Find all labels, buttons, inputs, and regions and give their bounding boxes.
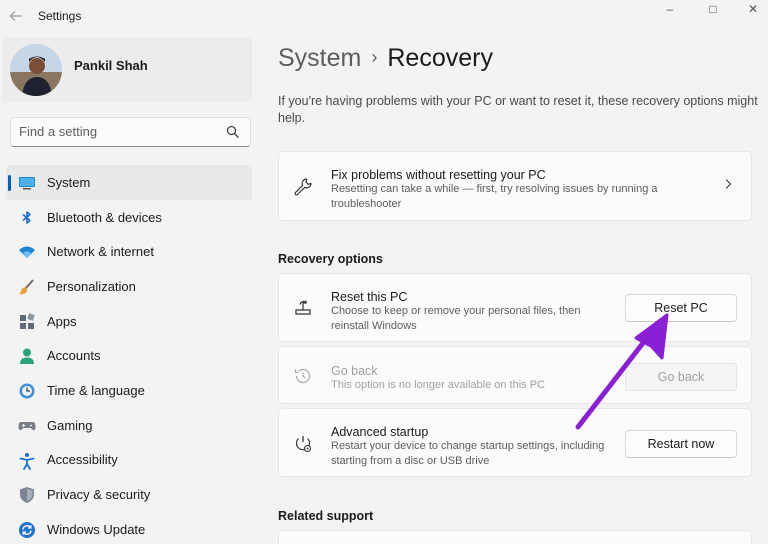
breadcrumb: System › Recovery bbox=[278, 44, 493, 73]
restart-now-button[interactable]: Restart now bbox=[625, 430, 737, 458]
app-title: Settings bbox=[38, 9, 82, 23]
history-icon bbox=[294, 368, 311, 384]
sidebar-item-label: Accessibility bbox=[47, 452, 118, 468]
system-icon bbox=[19, 177, 35, 190]
fix-problems-card[interactable]: Fix problems without resetting your PC R… bbox=[278, 151, 752, 221]
advanced-startup-card: Advanced startup Restart your device to … bbox=[278, 408, 752, 477]
sidebar-item-system[interactable]: System bbox=[6, 165, 252, 200]
reset-pc-icon bbox=[295, 300, 311, 315]
update-icon bbox=[19, 521, 35, 538]
minimize-icon: – bbox=[666, 2, 674, 16]
sidebar-item-label: Privacy & security bbox=[47, 487, 151, 503]
advanced-startup-subtitle: Restart your device to change startup se… bbox=[331, 440, 605, 467]
sidebar-item-personalization[interactable]: Personalization bbox=[6, 269, 252, 304]
related-support-card[interactable] bbox=[278, 530, 752, 544]
reset-pc-button[interactable]: Reset PC bbox=[625, 294, 737, 322]
reset-pc-title: Reset this PC bbox=[331, 290, 408, 304]
breadcrumb-parent[interactable]: System bbox=[278, 44, 361, 72]
sidebar-item-label: Bluetooth & devices bbox=[47, 209, 162, 225]
chevron-right-icon bbox=[725, 179, 732, 189]
sidebar-item-label: Accounts bbox=[47, 348, 101, 364]
reset-pc-card: Reset this PC Choose to keep or remove y… bbox=[278, 273, 752, 342]
sidebar-item-label: Network & internet bbox=[47, 244, 154, 260]
title-bar: Settings – □ ✕ bbox=[0, 0, 768, 32]
back-arrow-icon bbox=[9, 11, 22, 21]
sidebar-nav: System Bluetooth & devices Network & int… bbox=[6, 165, 252, 544]
gamepad-icon bbox=[18, 421, 36, 430]
sidebar-item-label: Personalization bbox=[47, 278, 136, 294]
sidebar-item-gaming[interactable]: Gaming bbox=[6, 408, 252, 443]
profile-name: Pankil Shah bbox=[74, 58, 148, 73]
page-title: Recovery bbox=[387, 44, 493, 72]
advanced-startup-icon bbox=[295, 436, 312, 453]
sidebar-item-label: Gaming bbox=[47, 417, 93, 433]
apps-icon bbox=[20, 312, 35, 329]
sidebar-item-accounts[interactable]: Accounts bbox=[6, 338, 252, 373]
sidebar-item-windows-update[interactable]: Windows Update bbox=[6, 512, 252, 544]
sidebar-item-privacy-security[interactable]: Privacy & security bbox=[6, 477, 252, 512]
account-icon bbox=[20, 348, 34, 365]
brush-icon bbox=[19, 279, 34, 295]
recovery-options-header: Recovery options bbox=[278, 252, 383, 266]
page-description: If you're having problems with your PC o… bbox=[278, 94, 758, 125]
globe-clock-icon bbox=[19, 383, 35, 399]
sidebar-item-label: Time & language bbox=[47, 382, 145, 398]
go-back-button: Go back bbox=[625, 363, 737, 391]
sidebar-item-label: Apps bbox=[47, 313, 77, 329]
sidebar-item-bluetooth[interactable]: Bluetooth & devices bbox=[6, 200, 252, 235]
wrench-icon bbox=[294, 178, 312, 196]
breadcrumb-separator: › bbox=[371, 47, 378, 67]
maximize-icon: □ bbox=[709, 2, 717, 16]
close-icon: ✕ bbox=[747, 2, 759, 16]
fix-problems-title: Fix problems without resetting your PC bbox=[331, 168, 546, 182]
maximize-button[interactable]: □ bbox=[693, 0, 733, 18]
shield-icon bbox=[20, 487, 34, 504]
sidebar-item-label: System bbox=[47, 174, 91, 190]
minimize-button[interactable]: – bbox=[650, 0, 690, 18]
wifi-icon bbox=[19, 246, 35, 259]
sidebar-item-label: Windows Update bbox=[47, 521, 146, 537]
reset-pc-subtitle: Choose to keep or remove your personal f… bbox=[331, 305, 581, 332]
go-back-subtitle: This option is no longer available on th… bbox=[331, 379, 546, 391]
sidebar-item-network[interactable]: Network & internet bbox=[6, 234, 252, 269]
sidebar-item-accessibility[interactable]: Accessibility bbox=[6, 443, 252, 478]
back-button[interactable] bbox=[6, 6, 26, 26]
sidebar-item-time-language[interactable]: Time & language bbox=[6, 373, 252, 408]
search-icon[interactable] bbox=[226, 125, 240, 139]
user-profile[interactable]: Pankil Shah bbox=[2, 37, 252, 102]
fix-problems-subtitle: Resetting can take a while — first, try … bbox=[331, 183, 658, 210]
search-box[interactable] bbox=[10, 117, 251, 147]
go-back-title: Go back bbox=[331, 364, 378, 378]
close-button[interactable]: ✕ bbox=[733, 0, 768, 18]
search-input[interactable] bbox=[19, 124, 219, 139]
bluetooth-icon bbox=[22, 210, 31, 224]
go-back-card: Go back This option is no longer availab… bbox=[278, 346, 752, 404]
accessibility-icon bbox=[19, 452, 35, 470]
advanced-startup-title: Advanced startup bbox=[331, 425, 429, 439]
related-support-header: Related support bbox=[278, 509, 374, 523]
avatar-photo-icon bbox=[10, 44, 62, 96]
avatar bbox=[10, 44, 62, 96]
sidebar-item-apps[interactable]: Apps bbox=[6, 304, 252, 339]
